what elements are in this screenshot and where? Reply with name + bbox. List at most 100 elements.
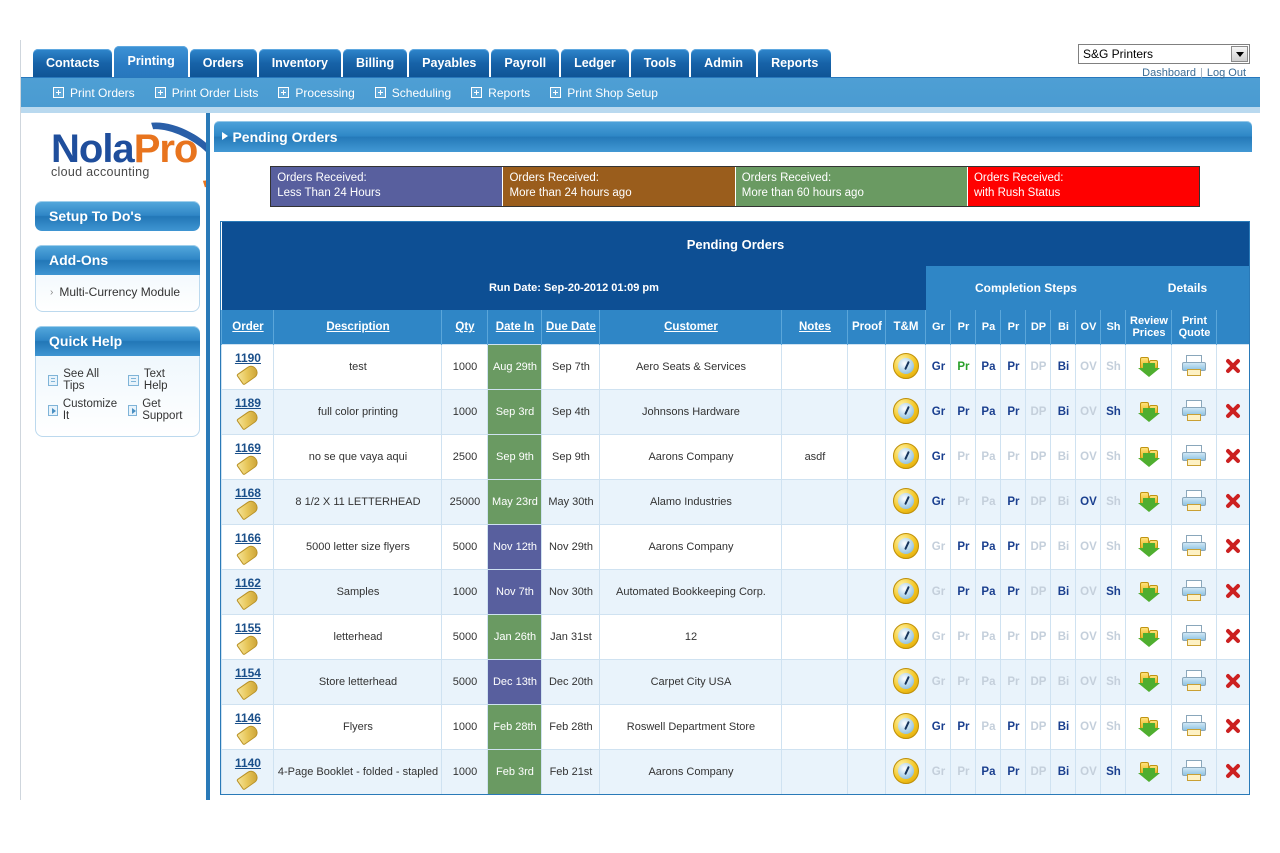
edit-pencil-icon[interactable] (236, 587, 260, 611)
column-header-order[interactable]: Order (221, 310, 274, 345)
review-prices-icon[interactable] (1136, 445, 1162, 467)
step-cell-2[interactable]: Pa (975, 389, 1001, 435)
tm-cell[interactable] (885, 659, 926, 705)
step-cell-6[interactable]: OV (1075, 659, 1101, 705)
order-number-link[interactable]: 1146 (224, 711, 271, 725)
review-prices-icon[interactable] (1136, 625, 1162, 647)
step-cell-0[interactable]: Gr (925, 659, 951, 705)
step-cell-0[interactable]: Gr (925, 389, 951, 435)
tm-cell[interactable] (885, 569, 926, 615)
review-prices-icon[interactable] (1136, 490, 1162, 512)
step-cell-4[interactable]: DP (1025, 479, 1051, 525)
printer-icon[interactable] (1181, 624, 1207, 647)
delete-x-icon[interactable] (1224, 627, 1242, 645)
step-cell-0[interactable]: Gr (925, 344, 951, 390)
step-cell-1[interactable]: Pr (950, 704, 976, 750)
stopwatch-icon[interactable] (892, 622, 919, 649)
nav-tab-orders[interactable]: Orders (189, 49, 257, 77)
step-cell-5[interactable]: Bi (1050, 479, 1076, 525)
subnav-item-scheduling[interactable]: Scheduling (374, 86, 451, 100)
step-cell-7[interactable]: Sh (1100, 524, 1126, 570)
step-cell-7[interactable]: Sh (1100, 344, 1126, 390)
tm-cell[interactable] (885, 389, 926, 435)
review-prices-icon[interactable] (1136, 715, 1162, 737)
quick-help-text-help[interactable]: Text Help (128, 368, 189, 392)
tm-cell[interactable] (885, 704, 926, 750)
edit-pencil-icon[interactable] (236, 722, 260, 746)
stopwatch-icon[interactable] (892, 532, 919, 559)
step-cell-4[interactable]: DP (1025, 524, 1051, 570)
tm-cell[interactable] (885, 434, 926, 480)
subnav-item-print-order-lists[interactable]: Print Order Lists (154, 86, 258, 100)
printer-icon[interactable] (1181, 669, 1207, 692)
step-cell-7[interactable]: Sh (1100, 569, 1126, 615)
tm-cell[interactable] (885, 524, 926, 570)
step-cell-0[interactable]: Gr (925, 749, 951, 794)
delete-cell[interactable] (1216, 659, 1249, 705)
quick-help-title[interactable]: Quick Help (35, 326, 201, 356)
review-prices-cell[interactable] (1125, 389, 1172, 435)
step-cell-7[interactable]: Sh (1100, 659, 1126, 705)
step-cell-1[interactable]: Pr (950, 524, 976, 570)
review-prices-cell[interactable] (1125, 659, 1172, 705)
step-cell-4[interactable]: DP (1025, 389, 1051, 435)
step-cell-3[interactable]: Pr (1000, 704, 1026, 750)
print-quote-cell[interactable] (1171, 614, 1217, 660)
stopwatch-icon[interactable] (892, 577, 919, 604)
quick-help-customize-it[interactable]: Customize It (48, 398, 118, 422)
step-cell-1[interactable]: Pr (950, 479, 976, 525)
subnav-item-reports[interactable]: Reports (471, 86, 530, 100)
print-quote-cell[interactable] (1171, 479, 1217, 525)
printer-icon[interactable] (1181, 534, 1207, 557)
step-cell-1[interactable]: Pr (950, 434, 976, 480)
chevron-down-icon[interactable] (1231, 46, 1248, 62)
nav-tab-billing[interactable]: Billing (342, 49, 408, 77)
print-quote-cell[interactable] (1171, 569, 1217, 615)
step-cell-6[interactable]: OV (1075, 614, 1101, 660)
print-quote-cell[interactable] (1171, 704, 1217, 750)
column-header-customer[interactable]: Customer (599, 310, 782, 345)
review-prices-icon[interactable] (1136, 355, 1162, 377)
review-prices-cell[interactable] (1125, 524, 1172, 570)
edit-pencil-icon[interactable] (236, 542, 260, 566)
sidebar-panel-setup-todos[interactable]: Setup To Do's (35, 201, 201, 231)
print-quote-cell[interactable] (1171, 389, 1217, 435)
step-cell-7[interactable]: Sh (1100, 749, 1126, 794)
review-prices-icon[interactable] (1136, 670, 1162, 692)
tm-cell[interactable] (885, 344, 926, 390)
step-cell-1[interactable]: Pr (950, 614, 976, 660)
step-cell-3[interactable]: Pr (1000, 434, 1026, 480)
delete-cell[interactable] (1216, 344, 1249, 390)
review-prices-cell[interactable] (1125, 479, 1172, 525)
step-cell-3[interactable]: Pr (1000, 524, 1026, 570)
order-number-link[interactable]: 1169 (224, 441, 271, 455)
delete-x-icon[interactable] (1224, 402, 1242, 420)
quick-help-get-support[interactable]: Get Support (128, 398, 189, 422)
step-cell-4[interactable]: DP (1025, 569, 1051, 615)
step-cell-3[interactable]: Pr (1000, 569, 1026, 615)
step-cell-7[interactable]: Sh (1100, 614, 1126, 660)
delete-x-icon[interactable] (1224, 762, 1242, 780)
step-cell-2[interactable]: Pa (975, 344, 1001, 390)
tm-cell[interactable] (885, 749, 926, 794)
delete-x-icon[interactable] (1224, 447, 1242, 465)
edit-pencil-icon[interactable] (236, 407, 260, 431)
step-cell-0[interactable]: Gr (925, 524, 951, 570)
step-cell-4[interactable]: DP (1025, 749, 1051, 794)
step-cell-1[interactable]: Pr (950, 749, 976, 794)
nav-tab-contacts[interactable]: Contacts (33, 49, 113, 77)
review-prices-cell[interactable] (1125, 569, 1172, 615)
step-cell-2[interactable]: Pa (975, 569, 1001, 615)
printer-icon[interactable] (1181, 444, 1207, 467)
order-number-link[interactable]: 1140 (224, 756, 271, 770)
printer-icon[interactable] (1181, 399, 1207, 422)
stopwatch-icon[interactable] (892, 667, 919, 694)
order-number-link[interactable]: 1168 (224, 486, 271, 500)
stopwatch-icon[interactable] (892, 757, 919, 784)
step-cell-5[interactable]: Bi (1050, 614, 1076, 660)
edit-pencil-icon[interactable] (236, 362, 260, 386)
order-number-link[interactable]: 1162 (224, 576, 271, 590)
step-cell-0[interactable]: Gr (925, 614, 951, 660)
step-cell-6[interactable]: OV (1075, 389, 1101, 435)
printer-icon[interactable] (1181, 579, 1207, 602)
